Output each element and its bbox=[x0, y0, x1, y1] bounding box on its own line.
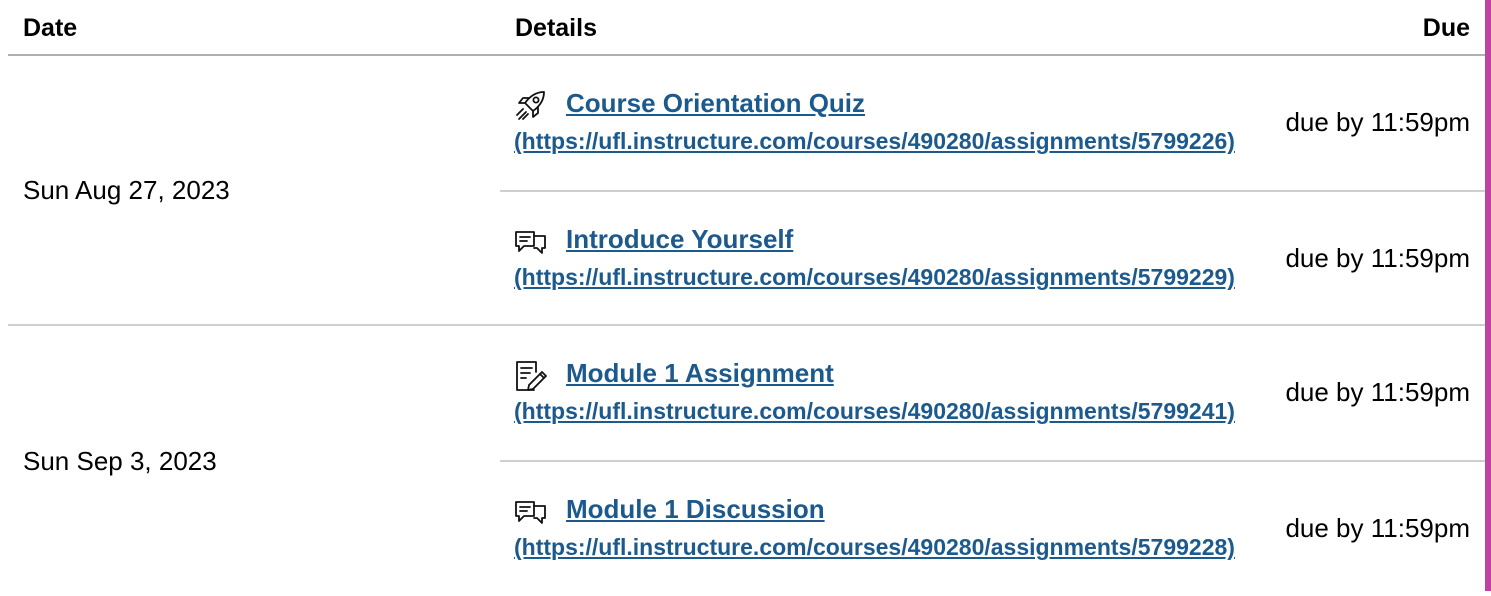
column-header-details: Details bbox=[515, 14, 597, 42]
syllabus-table: Date Details Due Sun Aug 27, 2023 Course… bbox=[8, 0, 1485, 591]
table-row: Course Orientation Quiz (https://ufl.ins… bbox=[500, 56, 1485, 192]
item-url-link[interactable]: (https://ufl.instructure.com/courses/490… bbox=[514, 128, 1235, 154]
column-header-date: Date bbox=[23, 14, 78, 42]
item-due: due by 11:59pm bbox=[1285, 377, 1470, 407]
table-row: Introduce Yourself (https://ufl.instruct… bbox=[500, 192, 1485, 326]
item-url-link[interactable]: (https://ufl.instructure.com/courses/490… bbox=[514, 398, 1235, 424]
date-group: Sun Sep 3, 2023 Module 1 Assignment (htt… bbox=[8, 326, 1485, 591]
quiz-rocket-icon bbox=[514, 90, 548, 122]
discussion-icon bbox=[514, 496, 548, 528]
assignment-icon bbox=[514, 360, 548, 392]
item-due: due by 11:59pm bbox=[1285, 513, 1470, 543]
date-group: Sun Aug 27, 2023 Course Orientation Quiz… bbox=[8, 56, 1485, 326]
item-title-link[interactable]: Module 1 Assignment bbox=[566, 358, 834, 388]
column-header-due: Due bbox=[1422, 14, 1470, 42]
date-cell: Sun Aug 27, 2023 bbox=[23, 175, 230, 205]
discussion-icon bbox=[514, 226, 548, 258]
table-row: Module 1 Discussion (https://ufl.instruc… bbox=[500, 462, 1485, 596]
item-title-link[interactable]: Introduce Yourself bbox=[566, 224, 793, 254]
scrollbar-accent bbox=[1485, 0, 1491, 591]
item-title-link[interactable]: Course Orientation Quiz bbox=[566, 88, 865, 118]
table-row: Module 1 Assignment (https://ufl.instruc… bbox=[500, 326, 1485, 462]
item-due: due by 11:59pm bbox=[1285, 107, 1470, 137]
item-url-link[interactable]: (https://ufl.instructure.com/courses/490… bbox=[514, 534, 1235, 560]
date-cell: Sun Sep 3, 2023 bbox=[23, 446, 217, 476]
item-due: due by 11:59pm bbox=[1285, 243, 1470, 273]
table-header: Date Details Due bbox=[8, 0, 1485, 56]
item-url-link[interactable]: (https://ufl.instructure.com/courses/490… bbox=[514, 264, 1235, 290]
item-title-link[interactable]: Module 1 Discussion bbox=[566, 494, 825, 524]
